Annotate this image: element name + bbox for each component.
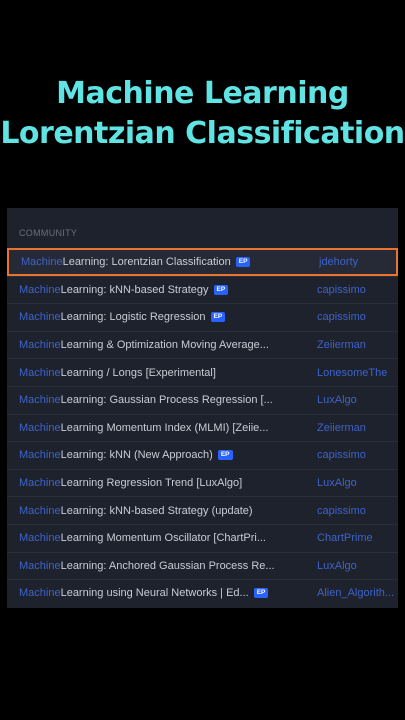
result-keyword: Machine [19, 311, 61, 324]
result-row[interactable]: Machine Learning using Neural Networks |… [7, 579, 398, 607]
result-keyword: Machine [19, 339, 61, 352]
result-title: Machine Learning: Anchored Gaussian Proc… [19, 560, 275, 572]
result-row[interactable]: Machine Learning: Logistic Regression EP c… [7, 303, 398, 331]
result-title: Machine Learning: Gaussian Process Regre… [19, 394, 273, 406]
results-list: Machine Learning: Lorentzian Classificat… [7, 248, 398, 607]
result-author-link[interactable]: ChartPrime [317, 532, 373, 544]
result-author-link[interactable]: capissimo [317, 449, 366, 461]
ep-badge: EP [210, 312, 226, 323]
result-keyword: Machine [19, 532, 61, 545]
result-name: Learning: Anchored Gaussian Process Re..… [60, 559, 275, 572]
result-author-link[interactable]: LonesomeThe [317, 367, 387, 379]
result-row[interactable]: Machine Learning: Gaussian Process Regre… [7, 385, 398, 414]
result-title: Machine Learning Regression Trend [LuxAl… [19, 477, 242, 489]
headline: Machine Learning Lorentzian Classificati… [0, 74, 405, 154]
indicator-search-panel: COMMUNITY Machine Learning: Lorentzian C… [7, 208, 398, 608]
result-title: Machine Learning Momentum Index (MLMI) [… [19, 422, 268, 434]
result-keyword: Machine [19, 449, 61, 462]
result-title: Machine Learning using Neural Networks |… [19, 587, 269, 600]
result-title: Machine Learning: kNN-based Strategy EP [19, 283, 229, 296]
result-author-link[interactable]: LuxAlgo [317, 477, 357, 489]
result-author-link[interactable]: LuxAlgo [317, 560, 357, 572]
result-name: Learning using Neural Networks | Ed... [60, 587, 249, 600]
result-name: Learning: kNN-based Strategy (update) [60, 504, 253, 517]
result-name: Learning: kNN (New Approach) [60, 449, 213, 462]
result-name: Learning / Longs [Experimental] [60, 366, 216, 379]
result-author-link[interactable]: capissimo [317, 311, 366, 323]
result-author-link[interactable]: capissimo [317, 284, 366, 296]
result-title: Machine Learning Momentum Oscillator [Ch… [19, 532, 266, 544]
section-label: COMMUNITY [19, 228, 78, 238]
result-author-link[interactable]: capissimo [317, 505, 366, 517]
result-row[interactable]: Machine Learning: kNN-based Strategy (up… [7, 496, 398, 524]
result-row[interactable]: Machine Learning: kNN (New Approach) EP ca… [7, 441, 398, 469]
result-author-link[interactable]: jdehorty [319, 256, 358, 268]
result-row[interactable]: Machine Learning & Optimization Moving A… [7, 330, 398, 359]
result-row[interactable]: Machine Learning / Longs [Experimental] L… [7, 358, 398, 386]
result-keyword: Machine [21, 255, 63, 268]
result-name: Learning: Gaussian Process Regression [.… [60, 394, 273, 407]
result-row[interactable]: Machine Learning Regression Trend [LuxAl… [7, 468, 398, 497]
result-row[interactable]: Machine Learning Momentum Oscillator [Ch… [7, 523, 398, 552]
result-name: Learning Regression Trend [LuxAlgo] [60, 477, 243, 490]
result-title: Machine Learning: kNN (New Approach) EP [19, 449, 233, 461]
result-author-link[interactable]: Zeiierman [317, 339, 366, 351]
ep-badge: EP [253, 588, 269, 599]
result-name: Learning & Optimization Moving Average..… [60, 339, 269, 352]
headline-line-2: Lorentzian Classification [0, 116, 405, 151]
result-title: Machine Learning & Optimization Moving A… [19, 339, 269, 351]
headline-line-1: Machine Learning [56, 76, 349, 111]
result-keyword: Machine [19, 366, 61, 379]
result-row[interactable]: Machine Learning: kNN-based Strategy EP ca… [7, 275, 398, 304]
result-keyword: Machine [19, 421, 61, 434]
result-row[interactable]: Machine Learning Momentum Index (MLMI) [… [7, 413, 398, 442]
result-keyword: Machine [19, 559, 61, 572]
result-name: Learning Momentum Index (MLMI) [Zeiie... [60, 421, 269, 434]
result-name: Learning: Logistic Regression [60, 311, 206, 324]
result-title: Machine Learning: kNN-based Strategy (up… [19, 505, 253, 517]
result-title: Machine Learning: Lorentzian Classificat… [21, 255, 251, 268]
result-keyword: Machine [19, 283, 61, 296]
result-author-link[interactable]: Alien_Algorith... [317, 587, 394, 599]
result-name: Learning Momentum Oscillator [ChartPri..… [60, 532, 266, 545]
result-keyword: Machine [19, 504, 61, 517]
result-name: Learning: kNN-based Strategy [60, 283, 209, 296]
result-row[interactable]: Machine Learning: Lorentzian Classificat… [7, 248, 398, 276]
result-author-link[interactable]: LuxAlgo [317, 394, 357, 406]
result-title: Machine Learning / Longs [Experimental] [19, 367, 216, 379]
ep-badge: EP [235, 256, 251, 267]
result-title: Machine Learning: Logistic Regression EP [19, 311, 226, 324]
result-keyword: Machine [19, 477, 61, 490]
ep-badge: EP [213, 284, 229, 295]
result-name: Learning: Lorentzian Classification [62, 255, 231, 268]
result-keyword: Machine [19, 394, 61, 407]
result-keyword: Machine [19, 587, 61, 600]
result-author-link[interactable]: Zeiierman [317, 422, 366, 434]
result-row[interactable]: Machine Learning: Anchored Gaussian Proc… [7, 551, 398, 580]
ep-badge: EP [217, 450, 233, 461]
